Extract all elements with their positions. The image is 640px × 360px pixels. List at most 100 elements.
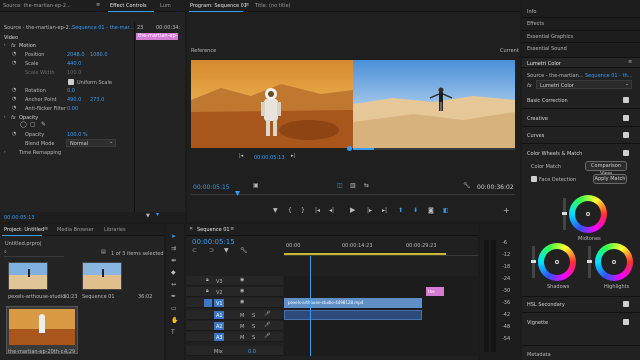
extract-icon[interactable]: ⬇ [413, 208, 418, 214]
wrench-icon[interactable]: 🔧︎ [463, 183, 471, 189]
shadows-wheel[interactable] [538, 243, 576, 281]
stopwatch-icon[interactable]: ◔ [12, 97, 16, 102]
basic-correction-checkbox[interactable] [623, 97, 629, 103]
tab-title[interactable]: Title: (no title) [255, 3, 290, 9]
microphone-icon[interactable]: 🎤︎ [264, 312, 270, 317]
step-forward-frame-icon[interactable]: ▸| [291, 154, 295, 159]
solo-button[interactable]: S [252, 335, 255, 341]
current-frame-scrubber[interactable] [347, 146, 515, 151]
face-detection-checkbox[interactable] [531, 176, 537, 182]
blend-mode-dropdown[interactable]: Normal ⌄ [66, 139, 116, 147]
mute-button[interactable]: M [240, 313, 244, 319]
chevron-right-icon[interactable]: › [4, 150, 6, 154]
rectangle-tool-icon[interactable]: ▭ [171, 306, 177, 312]
tab-libraries[interactable]: Libraries [104, 227, 126, 233]
section-color-wheels[interactable]: Color Wheels & Match [527, 151, 582, 157]
program-current-timecode[interactable]: 00:00:05:15 [193, 184, 230, 191]
go-to-in-icon[interactable]: |◂ [315, 208, 320, 214]
wrench-icon[interactable]: 🔧︎ [240, 248, 248, 254]
project-item-thumbnail[interactable] [8, 262, 48, 290]
program-playhead-handle[interactable] [235, 191, 240, 196]
rotation-value[interactable]: 0.0 [67, 88, 75, 94]
section-vignette[interactable]: Vignette [527, 320, 548, 326]
track-select-tool-icon[interactable]: ⇉ [171, 246, 176, 252]
comparison-toggle-icon[interactable]: ◧ [443, 208, 449, 214]
midtones-slider[interactable] [562, 198, 567, 230]
highlights-slider[interactable] [587, 246, 592, 278]
go-to-out-icon[interactable]: ▸| [382, 208, 387, 214]
opacity-value[interactable]: 100.0 % [67, 132, 88, 138]
step-back-frame-icon[interactable]: |◂ [239, 154, 243, 159]
track-header-v1[interactable]: V1 ◉ [186, 298, 283, 308]
anchor-y-value[interactable]: 273.0 [90, 97, 104, 103]
track-header-a1[interactable]: A1 M S 🎤︎ [186, 310, 283, 320]
scrubber-handle[interactable] [347, 146, 352, 151]
step-forward-icon[interactable]: |▸ [367, 208, 372, 214]
export-frame-icon[interactable]: ◙ [428, 208, 434, 214]
stopwatch-icon[interactable]: ◔ [12, 88, 16, 93]
program-playhead-bar[interactable] [191, 191, 515, 196]
tab-effect-controls[interactable]: Effect Controls [110, 3, 147, 9]
snap-icon[interactable]: ⊂ [192, 248, 197, 254]
step-back-icon[interactable]: ◂| [329, 208, 334, 214]
solo-button[interactable]: S [252, 324, 255, 330]
stopwatch-icon[interactable]: ◔ [12, 52, 16, 57]
section-hsl-secondary[interactable]: HSL Secondary [527, 302, 565, 308]
play-icon[interactable]: ▶ [350, 207, 355, 214]
menu-icon[interactable]: ≡ [628, 60, 632, 65]
stopwatch-icon[interactable]: ◔ [12, 61, 16, 66]
tab-program-sequence[interactable]: Program: Sequence 01 [190, 3, 247, 9]
track-header-a3[interactable]: A3 M S 🎤︎ [186, 332, 283, 342]
lock-icon[interactable]: 🔒︎ [206, 289, 209, 294]
eye-icon[interactable]: ◉ [240, 300, 244, 305]
tab-info[interactable]: Info [527, 9, 536, 15]
anti-flicker-value[interactable]: 0.00 [67, 106, 78, 112]
comparison-view-icon[interactable]: ▣ [253, 183, 259, 189]
chevron-down-icon[interactable]: › [4, 115, 6, 119]
clip-sequence-label[interactable]: Sequence 01 - the-mar... [72, 25, 134, 31]
tab-media-browser[interactable]: Media Browser [57, 227, 94, 233]
tab-project[interactable]: Project: Untitled [4, 227, 44, 233]
add-marker-icon[interactable]: ▼ [273, 208, 278, 214]
mark-in-icon[interactable]: { [288, 208, 292, 214]
work-area-bar[interactable] [284, 253, 446, 255]
linked-selection-icon[interactable]: ⊃ [209, 248, 214, 254]
solo-button[interactable]: S [252, 313, 255, 319]
rectangle-mask-icon[interactable]: ▢ [30, 122, 36, 128]
mute-button[interactable]: M [240, 324, 244, 330]
project-item-name[interactable]: pexels-arthouse-studio... [8, 294, 70, 300]
highlights-wheel[interactable] [595, 243, 633, 281]
reference-timecode[interactable]: 00:00:05:13 [254, 155, 285, 161]
clip-a1[interactable] [284, 310, 422, 320]
pen-mask-icon[interactable]: ✎ [41, 122, 46, 128]
chevron-down-icon[interactable]: › [4, 43, 6, 47]
tab-sequence-01[interactable]: Sequence 01 [197, 227, 230, 233]
lumetri-sequence-label[interactable]: Sequence 01 - th... [585, 73, 633, 79]
position-y-value[interactable]: 1080.0 [90, 52, 108, 58]
microphone-icon[interactable]: 🎤︎ [264, 334, 270, 339]
mini-clip-bar[interactable]: the-martian-ep-2 [136, 33, 178, 40]
color-wheels-checkbox[interactable] [623, 150, 629, 156]
project-item-thumbnail[interactable] [82, 262, 122, 290]
menu-icon[interactable]: ≡ [96, 3, 100, 8]
creative-checkbox[interactable] [623, 115, 629, 121]
project-item-name[interactable]: Sequence 01 [82, 294, 115, 300]
swap-sides-icon[interactable]: ⇆ [364, 183, 369, 189]
position-x-value[interactable]: 2048.0 [67, 52, 85, 58]
project-item-name[interactable]: the-martian-ep-20th-c... [8, 349, 68, 355]
microphone-icon[interactable]: 🎤︎ [264, 323, 270, 328]
eye-icon[interactable]: ◉ [240, 278, 244, 283]
mark-out-icon[interactable]: } [301, 208, 305, 214]
clip-v1[interactable]: pexels-arthouse-studio-4498128.mp4 [284, 298, 422, 308]
pen-tool-icon[interactable]: ✒ [171, 294, 176, 300]
stopwatch-icon[interactable]: ◔ [12, 132, 16, 137]
anchor-x-value[interactable]: 490.0 [67, 97, 81, 103]
new-bin-icon[interactable]: ▤ [101, 250, 106, 255]
section-basic-correction[interactable]: Basic Correction [527, 98, 568, 104]
track-header-v2[interactable]: 🔒︎ V2 ◉ [186, 287, 283, 297]
vignette-checkbox[interactable] [623, 319, 629, 325]
hand-tool-icon[interactable]: ✋ [171, 318, 178, 324]
add-marker-icon[interactable]: ▼ [224, 248, 229, 254]
shadows-slider[interactable] [531, 246, 536, 278]
tab-essential-graphics[interactable]: Essential Graphics [527, 34, 573, 40]
